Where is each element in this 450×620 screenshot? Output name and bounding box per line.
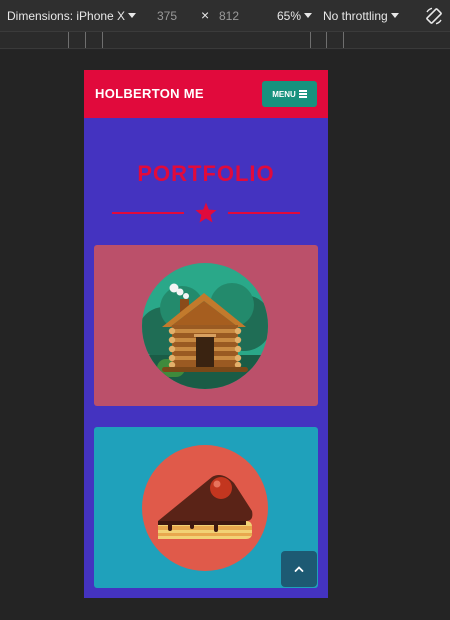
times-separator: × [201,7,210,23]
portfolio-card-cabin[interactable] [94,245,318,406]
ruler-marker [310,32,311,48]
throttling-select[interactable]: No throttling [323,9,399,23]
chevron-down-icon [128,13,137,18]
ruler-marker [68,32,69,48]
ruler-marker [85,32,86,48]
divider-left [112,212,184,214]
star-icon [195,202,217,223]
hamburger-icon [298,89,307,100]
media-query-ruler [0,32,450,49]
site-brand[interactable]: HOLBERTON ME [95,86,204,101]
chevron-down-icon [390,13,399,18]
chevron-up-icon [294,566,304,572]
chevron-down-icon [304,13,313,18]
devtools-device-toolbar: Dimensions: iPhone X 375 × 812 65% No th… [0,0,450,32]
rotate-icon[interactable] [424,6,444,26]
width-input[interactable]: 375 [157,9,177,23]
throttling-label: No throttling [323,9,388,23]
device-viewport: HOLBERTON ME MENU PORTFOLIO [84,70,328,598]
back-to-top-button[interactable] [281,551,317,587]
device-select-label: Dimensions: iPhone X [7,9,126,23]
ruler-marker [343,32,344,48]
portfolio-title: PORTFOLIO [137,161,275,186]
menu-button[interactable]: MENU [262,81,317,107]
ruler-marker [326,32,327,48]
zoom-label: 65% [277,9,302,23]
device-select[interactable]: Dimensions: iPhone X [7,9,137,23]
site-navbar: HOLBERTON ME MENU [84,70,328,118]
cake-slice-illustration [142,445,268,571]
menu-button-label: MENU [272,89,296,99]
zoom-select[interactable]: 65% [277,9,313,23]
ruler-marker [102,32,103,48]
divider-right [228,212,300,214]
height-input[interactable]: 812 [219,9,239,23]
log-cabin-illustration [142,263,268,389]
